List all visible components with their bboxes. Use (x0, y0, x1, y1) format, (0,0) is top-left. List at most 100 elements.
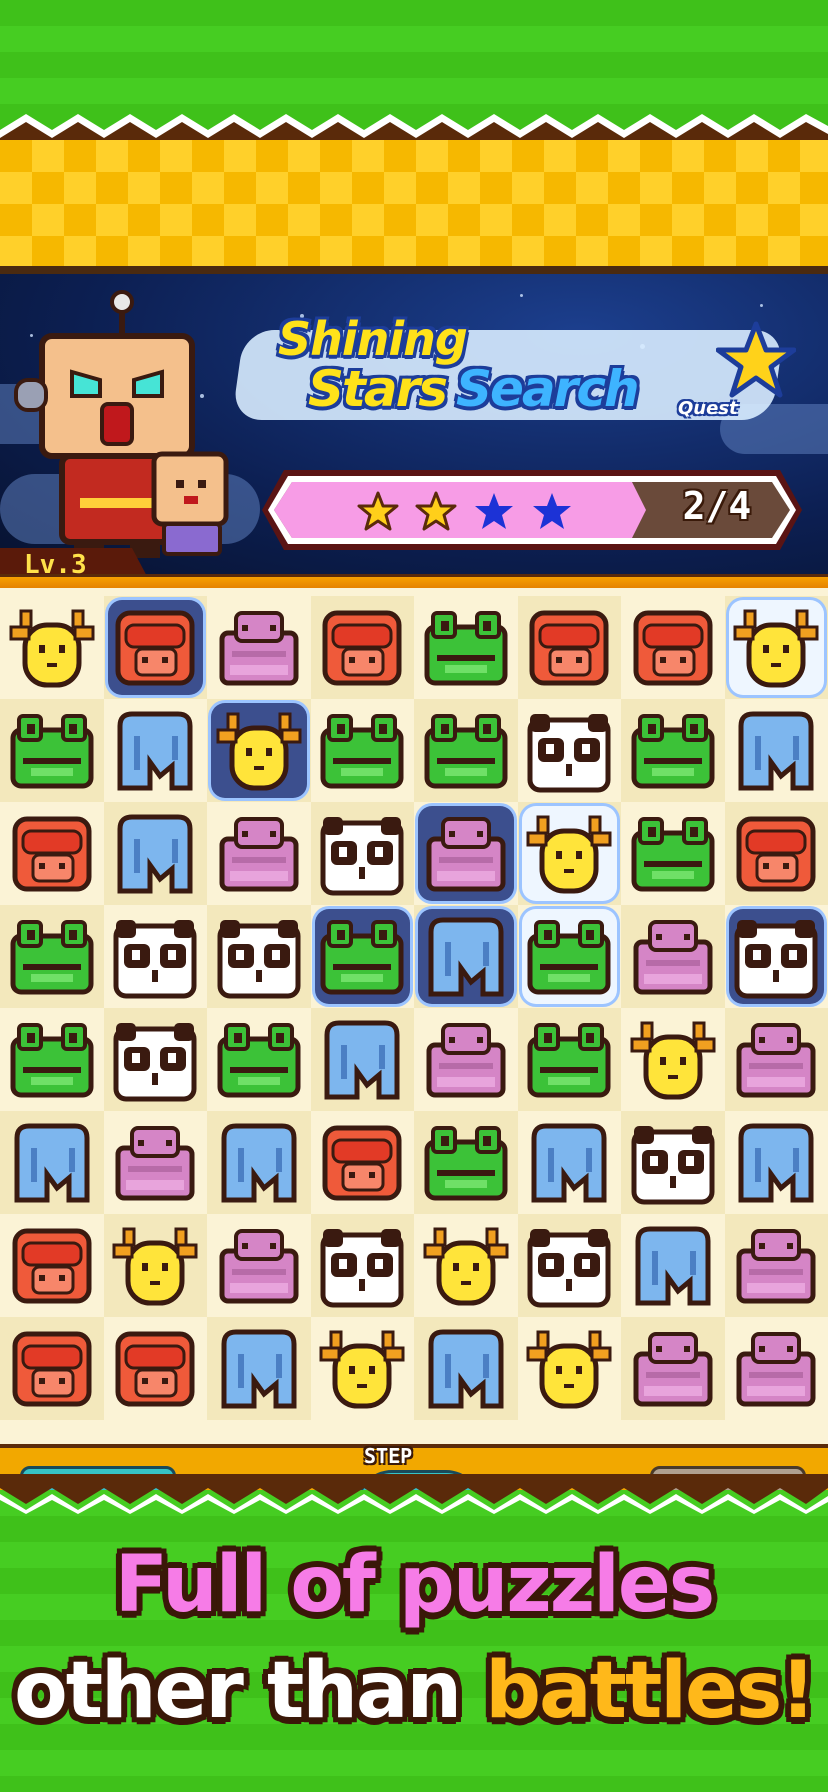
title-shining: Shining (278, 312, 468, 366)
board-cell[interactable] (414, 905, 518, 1008)
board-cell[interactable] (104, 1317, 208, 1420)
board-cell[interactable] (725, 905, 828, 1008)
board-cell[interactable] (518, 1111, 622, 1214)
monkey-tile-icon (317, 603, 407, 693)
board-cell[interactable] (517, 1008, 621, 1111)
frog-tile-icon (7, 912, 97, 1002)
board-cell[interactable] (517, 596, 621, 699)
board-cell[interactable] (724, 1008, 828, 1111)
board-cell[interactable] (104, 699, 208, 802)
board-cell[interactable] (207, 1008, 311, 1111)
hippo-tile-icon (421, 1015, 511, 1105)
board-cell[interactable] (0, 596, 104, 699)
board-cell[interactable] (103, 1214, 207, 1317)
elephant-tile-icon (421, 1324, 511, 1414)
board-cell[interactable] (311, 905, 415, 1008)
board-cell[interactable] (724, 1214, 828, 1317)
board-cell[interactable] (518, 905, 622, 1008)
board-cell[interactable] (725, 1317, 828, 1420)
panda-tile-icon (731, 912, 821, 1002)
board-cell[interactable] (621, 905, 725, 1008)
board-cell[interactable] (517, 802, 621, 905)
board-cell[interactable] (103, 596, 207, 699)
elephant-tile-icon (214, 1324, 304, 1414)
board-cell[interactable] (414, 802, 518, 905)
board-cell[interactable] (725, 1111, 828, 1214)
board-cell[interactable] (310, 802, 414, 905)
frog-tile-icon (7, 1015, 97, 1105)
giraffe-tile-icon (214, 706, 304, 796)
board-cell[interactable] (311, 1317, 415, 1420)
frog-tile-icon (317, 912, 407, 1002)
board-cell[interactable] (207, 1111, 311, 1214)
board-cell[interactable] (311, 699, 415, 802)
elephant-tile-icon (7, 1118, 97, 1208)
step-label: STEP (364, 1444, 413, 1468)
board-cell[interactable] (0, 1214, 104, 1317)
monkey-tile-icon (7, 1324, 97, 1414)
board-cell[interactable] (414, 1214, 518, 1317)
board-cell[interactable] (724, 802, 828, 905)
board-cell[interactable] (103, 1008, 207, 1111)
board-cell[interactable] (207, 802, 311, 905)
board-cell[interactable] (621, 1008, 725, 1111)
board-cell[interactable] (207, 1317, 311, 1420)
board-cell[interactable] (207, 1214, 311, 1317)
board-cell[interactable] (621, 596, 725, 699)
board-cell[interactable] (0, 1317, 104, 1420)
panda-tile-icon (524, 706, 614, 796)
frog-tile-icon (421, 603, 511, 693)
panda-tile-icon (317, 809, 407, 899)
board-cell[interactable] (104, 1111, 208, 1214)
giraffe-tile-icon (524, 809, 614, 899)
board-cell[interactable] (621, 1214, 725, 1317)
board-cell[interactable] (414, 699, 518, 802)
monkey-tile-icon (110, 603, 200, 693)
hippo-tile-icon (421, 809, 511, 899)
board-cell[interactable] (517, 1214, 621, 1317)
board-cell[interactable] (311, 1111, 415, 1214)
elephant-tile-icon (317, 1015, 407, 1105)
board-cell[interactable] (207, 596, 311, 699)
star-empty-icon (475, 493, 513, 529)
star-count: 2/4 (682, 484, 752, 528)
board-cell[interactable] (310, 1214, 414, 1317)
board-cell[interactable] (0, 1008, 104, 1111)
checker-edge (0, 266, 828, 274)
board-cell[interactable] (310, 596, 414, 699)
board-cell[interactable] (621, 802, 725, 905)
hippo-tile-icon (110, 1118, 200, 1208)
board-cell[interactable] (414, 596, 518, 699)
title-quest: Quest (678, 398, 738, 419)
board-cell[interactable] (621, 1317, 725, 1420)
board-cell[interactable] (724, 596, 828, 699)
board-cell[interactable] (310, 1008, 414, 1111)
monkey-tile-icon (731, 809, 821, 899)
board-cell[interactable] (207, 699, 311, 802)
board-cell[interactable] (621, 699, 725, 802)
board-cell[interactable] (0, 802, 104, 905)
hippo-tile-icon (731, 1324, 821, 1414)
board-cell[interactable] (414, 1111, 518, 1214)
giraffe-tile-icon (731, 603, 821, 693)
panda-tile-icon (214, 912, 304, 1002)
board-cell[interactable] (104, 905, 208, 1008)
board-cell[interactable] (518, 1317, 622, 1420)
board-cell[interactable] (207, 905, 311, 1008)
board-cell[interactable] (621, 1111, 725, 1214)
panda-tile-icon (628, 1118, 718, 1208)
board-cell[interactable] (414, 1008, 518, 1111)
board-cell[interactable] (0, 905, 104, 1008)
board-cell[interactable] (518, 699, 622, 802)
frog-tile-icon (317, 706, 407, 796)
panda-tile-icon (110, 1015, 200, 1105)
slogan-line-2-plain: other than (14, 1646, 486, 1736)
frog-tile-icon (421, 706, 511, 796)
star-progress-bar: 2/4 (262, 470, 802, 550)
panda-tile-icon (317, 1221, 407, 1311)
board-cell[interactable] (414, 1317, 518, 1420)
board-cell[interactable] (103, 802, 207, 905)
board-cell[interactable] (725, 699, 828, 802)
board-cell[interactable] (0, 1111, 104, 1214)
board-cell[interactable] (0, 699, 104, 802)
